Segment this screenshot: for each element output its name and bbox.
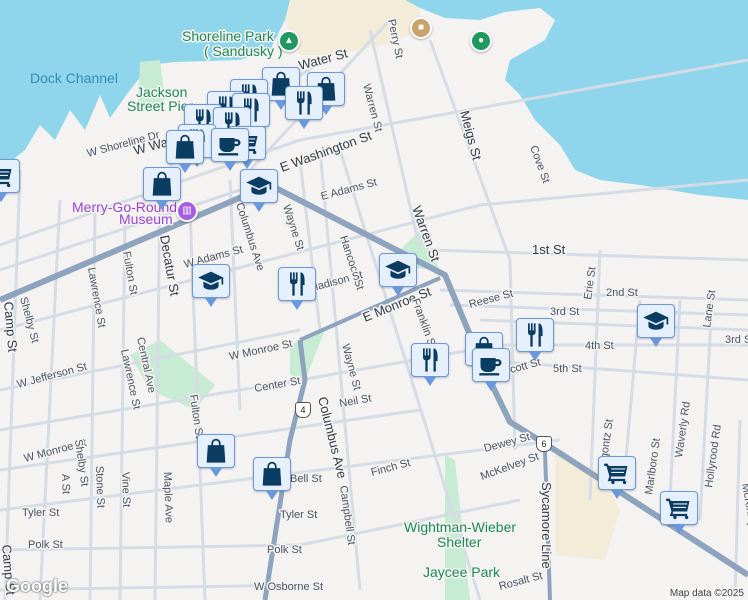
street-label: 3rd St [725, 334, 748, 346]
street-label: Cove St [527, 144, 552, 185]
route-6-shield: 6 [536, 436, 552, 452]
street-label: Lawrence St [85, 266, 107, 328]
coffee-cup-icon [216, 131, 244, 159]
street-label: Shelby St [72, 439, 90, 487]
street-label: Bell St [290, 473, 322, 485]
street-label: Tyler St [280, 509, 317, 521]
marker-restaurant[interactable] [411, 343, 449, 386]
park-label: ( Sandusky ) [204, 43, 283, 59]
museum-pin-icon[interactable]: ▥ [176, 200, 198, 222]
street-label: Center St [253, 375, 301, 395]
street-label: W Osborne St [254, 581, 323, 593]
fork-knife-icon [416, 346, 444, 374]
marker-shopping[interactable] [166, 130, 204, 173]
fork-knife-icon [290, 89, 318, 117]
street-label: Meigs St [457, 109, 485, 162]
marker-school[interactable] [379, 253, 417, 296]
marker-grocery[interactable] [598, 456, 636, 499]
marker-restaurant[interactable] [516, 318, 554, 361]
park-label: Shelter [437, 534, 482, 550]
map-attribution[interactable]: Map data ©2025 [665, 587, 748, 600]
park-label: Shoreline Park [182, 28, 275, 44]
street-label: Marlboro St [643, 437, 663, 495]
street-label: 2nd St [606, 287, 638, 299]
street-label: Rosalt St [498, 570, 544, 593]
street-label: 5th St [553, 363, 582, 375]
marker-school[interactable] [637, 304, 675, 347]
street-label: Polk St [28, 539, 63, 551]
graduation-cap-icon [384, 256, 412, 284]
marker-shopping[interactable] [143, 167, 181, 210]
street-label: Camp St [1, 301, 20, 353]
bay-water [405, 0, 748, 200]
street-label: Warren St [360, 83, 384, 134]
park-pin-icon[interactable]: ● [470, 30, 492, 52]
marker-grocery[interactable] [660, 491, 698, 534]
street-label: Waverly Rd [673, 401, 693, 459]
fork-knife-icon [521, 321, 549, 349]
graduation-cap-icon [642, 307, 670, 335]
street-label: 4th St [585, 340, 614, 352]
street-label: Tyler St [22, 507, 59, 519]
marker-restaurant[interactable] [278, 267, 316, 310]
landmark-pin-icon[interactable]: ■ [410, 17, 432, 39]
graduation-cap-icon [197, 267, 225, 295]
street-label: Maple Ave [161, 472, 175, 524]
street-label: McKinley St [739, 482, 748, 541]
shopping-bag-icon [202, 437, 230, 465]
street-label: A St [59, 474, 72, 495]
street-label: Stone St [93, 466, 106, 509]
google-logo: Google [6, 576, 68, 596]
street-label: 3rd St [550, 306, 579, 318]
marker-grocery[interactable] [0, 159, 20, 202]
street-label: Dewey St [483, 431, 532, 455]
shopping-cart-icon [0, 162, 15, 190]
shopping-bag-icon [148, 170, 176, 198]
shopping-cart-icon [603, 459, 631, 487]
street-label: Polk St [267, 544, 302, 556]
park-pin-icon[interactable]: ▲ [278, 30, 300, 52]
graduation-cap-icon [245, 172, 273, 200]
street-label: Lane St [701, 289, 718, 328]
coffee-cup-icon [477, 351, 505, 379]
major-roads [0, 182, 748, 600]
marker-cafe[interactable] [211, 128, 249, 171]
street-label: 1st St [532, 242, 566, 257]
shopping-cart-icon [665, 494, 693, 522]
park-label: Jaycee Park [423, 564, 501, 580]
map-canvas[interactable]: Dock Channel Shoreline Park ( Sandusky )… [0, 0, 748, 600]
poi-label[interactable]: Museum [118, 210, 175, 229]
marker-shopping[interactable] [253, 457, 291, 500]
marker-school[interactable] [240, 169, 278, 212]
street-label: Sycamore Line [539, 482, 554, 569]
shopping-bag-icon [258, 460, 286, 488]
marker-restaurant[interactable] [285, 86, 323, 129]
marker-cafe[interactable] [472, 348, 510, 391]
marker-school[interactable] [192, 264, 230, 307]
park-label: Wightman-Wieber [404, 519, 516, 535]
street-label: Wayne St [280, 203, 306, 252]
marker-shopping[interactable] [197, 434, 235, 477]
route-4-shield: 4 [295, 402, 311, 418]
water-label: Dock Channel [30, 70, 118, 86]
shopping-bag-icon [171, 133, 199, 161]
street-label: Vine St [119, 472, 132, 508]
street-label: McKelvey St [479, 451, 541, 483]
fork-knife-icon [283, 270, 311, 298]
